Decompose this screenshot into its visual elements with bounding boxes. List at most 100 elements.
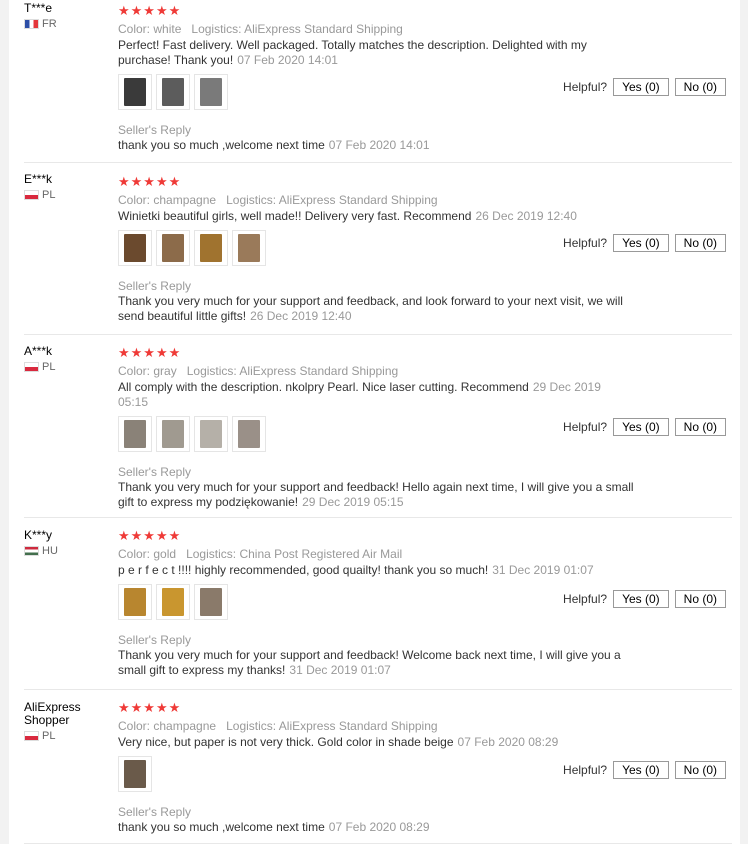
review-image-thumb[interactable] [194, 584, 228, 620]
seller-reply: thank you so much ,welcome next time 07 F… [118, 138, 638, 153]
logistics-label: Logistics: [226, 193, 277, 207]
seller-reply-title: Seller's Reply [118, 279, 191, 293]
logistics-label: Logistics: [226, 719, 277, 733]
helpful-label: Helpful? [563, 592, 608, 606]
helpful-label: Helpful? [563, 420, 608, 434]
reviewer-name: T***e [24, 1, 53, 15]
logistics-label: Logistics: [191, 22, 242, 36]
review-body: Winietki beautiful girls, well made!! De… [118, 209, 472, 223]
photo-icon [124, 588, 146, 616]
review-meta: Color: gold Logistics: China Post Regist… [118, 546, 638, 562]
review-image-thumb[interactable] [156, 416, 190, 452]
review-images [118, 584, 638, 622]
helpful-no-button[interactable]: No (0) [674, 234, 726, 252]
helpful-label: Helpful? [563, 80, 608, 94]
seller-reply: Thank you very much for your support and… [118, 648, 638, 678]
color-value: champagne [153, 719, 217, 733]
review-image-thumb[interactable] [118, 416, 152, 452]
review-item: A***k PL ★★★★★ Color: gray Logistics: Al… [24, 335, 732, 518]
logistics-label: Logistics: [186, 547, 237, 561]
color-label: Color: [118, 193, 151, 207]
flag-icon [24, 546, 39, 556]
logistics-value: AliExpress Standard Shipping [244, 22, 403, 36]
photo-icon [238, 234, 260, 262]
reviewer-info: E***k PL [24, 173, 109, 201]
logistics-value: AliExpress Standard Shipping [239, 364, 399, 378]
review-date: 26 Dec 2019 12:40 [475, 209, 577, 223]
star-rating: ★★★★★ [118, 700, 182, 715]
review-image-thumb[interactable] [118, 74, 152, 110]
reviewer-country: PL [24, 361, 109, 373]
review-image-thumb[interactable] [232, 230, 266, 266]
helpful-yes-button[interactable]: Yes (0) [613, 590, 669, 608]
helpful-vote: Helpful? Yes (0) No (0) [563, 78, 726, 96]
logistics-value: AliExpress Standard Shipping [278, 193, 438, 207]
review-image-thumb[interactable] [232, 416, 266, 452]
photo-icon [200, 588, 222, 616]
helpful-yes-button[interactable]: Yes (0) [613, 418, 669, 436]
review-image-thumb[interactable] [194, 416, 228, 452]
review-item: T***e FR ★★★★★ Color: white Logistics: A… [24, 0, 732, 163]
review-content: ★★★★★ Color: champagne Logistics: AliExp… [118, 701, 638, 835]
review-image-thumb[interactable] [194, 74, 228, 110]
review-image-thumb[interactable] [118, 230, 152, 266]
color-label: Color: [118, 719, 151, 733]
reviewer-name: AliExpress Shopper [24, 700, 81, 727]
helpful-no-button[interactable]: No (0) [674, 418, 726, 436]
review-image-thumb[interactable] [156, 584, 190, 620]
review-meta: Color: champagne Logistics: AliExpress S… [118, 192, 638, 208]
review-image-thumb[interactable] [118, 756, 152, 792]
review-content: ★★★★★ Color: gold Logistics: China Post … [118, 529, 638, 678]
review-content: ★★★★★ Color: white Logistics: AliExpress… [118, 4, 638, 153]
review-meta: Color: white Logistics: AliExpress Stand… [118, 21, 638, 37]
review-date: 07 Feb 2020 14:01 [237, 53, 338, 67]
reviewer-country: FR [24, 18, 109, 30]
helpful-no-button[interactable]: No (0) [674, 761, 726, 779]
photo-icon [238, 420, 260, 448]
star-rating: ★★★★★ [118, 345, 182, 360]
helpful-no-button[interactable]: No (0) [674, 590, 726, 608]
review-body: p e r f e c t !!!! highly recommended, g… [118, 563, 489, 577]
review-body: Very nice, but paper is not very thick. … [118, 735, 454, 749]
review-content: ★★★★★ Color: champagne Logistics: AliExp… [118, 175, 638, 324]
logistics-value: AliExpress Standard Shipping [278, 719, 438, 733]
helpful-vote: Helpful? Yes (0) No (0) [563, 761, 726, 779]
reviewer-country: PL [24, 730, 109, 742]
review-image-thumb[interactable] [156, 74, 190, 110]
color-label: Color: [118, 22, 151, 36]
reviewer-name: K***y [24, 528, 53, 542]
helpful-vote: Helpful? Yes (0) No (0) [563, 418, 726, 436]
seller-reply-title: Seller's Reply [118, 465, 191, 479]
reply-date: 29 Dec 2019 05:15 [302, 495, 404, 509]
seller-reply-text: Thank you very much for your support and… [118, 294, 623, 323]
review-item: K***y HU ★★★★★ Color: gold Logistics: Ch… [24, 518, 732, 690]
helpful-yes-button[interactable]: Yes (0) [613, 761, 669, 779]
country-code: PL [42, 189, 56, 201]
seller-reply-text: thank you so much ,welcome next time [118, 138, 325, 152]
review-image-thumb[interactable] [156, 230, 190, 266]
seller-reply: Thank you very much for your support and… [118, 480, 638, 510]
flag-icon [24, 19, 39, 29]
reviewer-country: HU [24, 545, 109, 557]
flag-icon [24, 731, 39, 741]
reply-date: 31 Dec 2019 01:07 [289, 663, 391, 677]
review-body: Perfect! Fast delivery. Well packaged. T… [118, 38, 587, 67]
right-gutter [740, 0, 748, 844]
review-images [118, 416, 638, 454]
color-label: Color: [118, 364, 151, 378]
helpful-no-button[interactable]: No (0) [674, 78, 726, 96]
helpful-yes-button[interactable]: Yes (0) [613, 234, 669, 252]
review-text: Winietki beautiful girls, well made!! De… [118, 209, 638, 224]
helpful-yes-button[interactable]: Yes (0) [613, 78, 669, 96]
reply-date: 07 Feb 2020 08:29 [328, 820, 430, 834]
review-image-thumb[interactable] [118, 584, 152, 620]
photo-icon [162, 234, 184, 262]
seller-reply-title: Seller's Reply [118, 805, 191, 819]
review-images [118, 230, 638, 268]
reviewer-name: A***k [24, 344, 53, 358]
review-text: p e r f e c t !!!! highly recommended, g… [118, 563, 638, 578]
seller-reply: thank you so much ,welcome next time 07 F… [118, 820, 638, 835]
review-image-thumb[interactable] [194, 230, 228, 266]
photo-icon [162, 78, 184, 106]
logistics-value: China Post Registered Air Mail [239, 547, 403, 561]
